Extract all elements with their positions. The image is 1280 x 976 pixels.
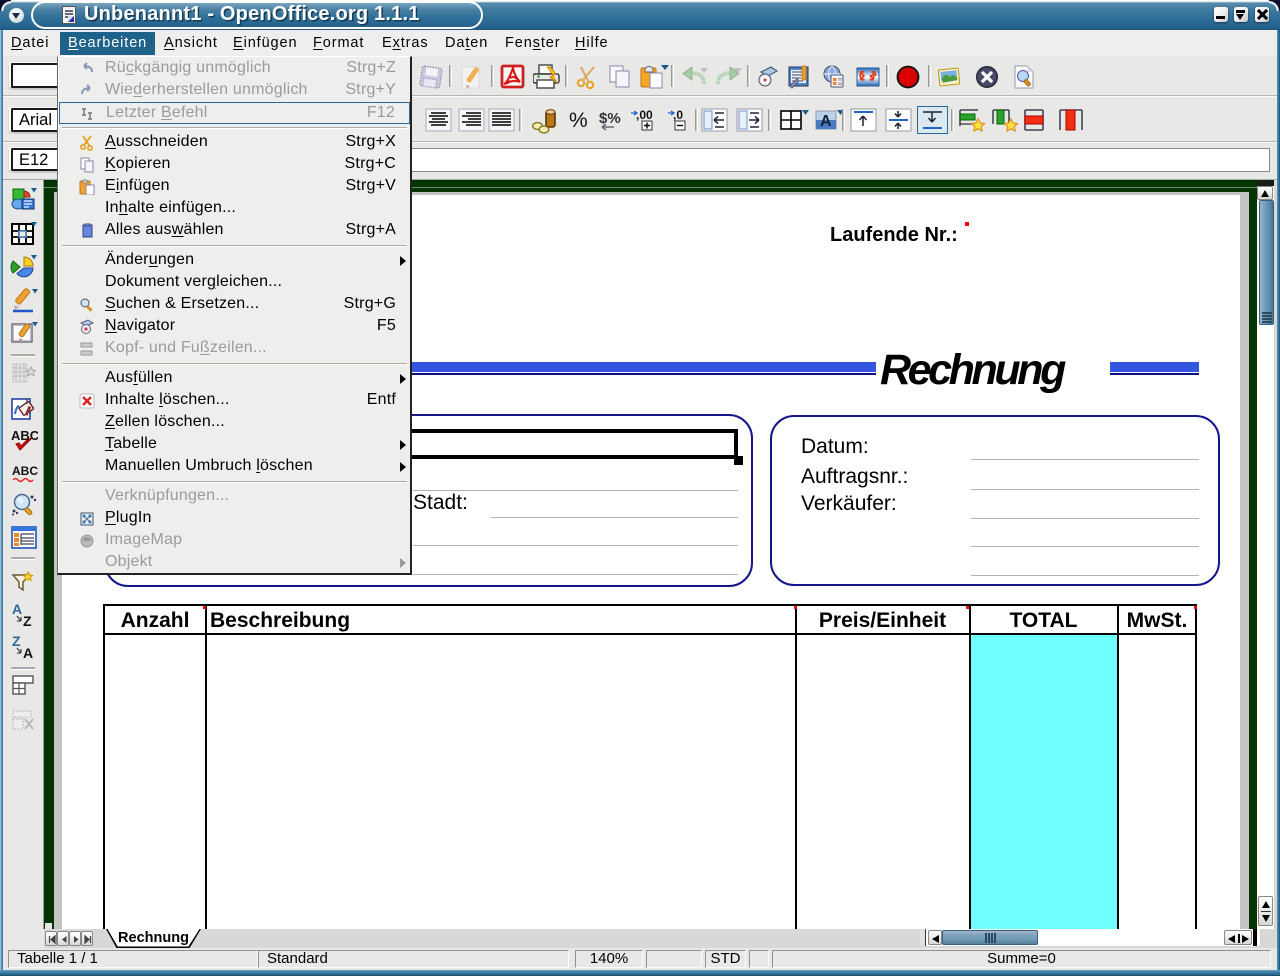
svg-text:,0: ,0 (673, 108, 683, 122)
svg-text:%: % (569, 109, 588, 132)
svg-text:A: A (820, 113, 832, 130)
svg-text:A: A (23, 645, 33, 660)
svg-text:ABC: ABC (12, 464, 38, 478)
svg-text:ABC: ABC (11, 428, 38, 443)
svg-text:Z: Z (12, 634, 21, 649)
svg-text:A: A (12, 602, 22, 617)
svg-text:,00: ,00 (636, 108, 653, 122)
svg-text:Z: Z (23, 613, 32, 628)
svg-text:$%: $% (599, 110, 621, 127)
